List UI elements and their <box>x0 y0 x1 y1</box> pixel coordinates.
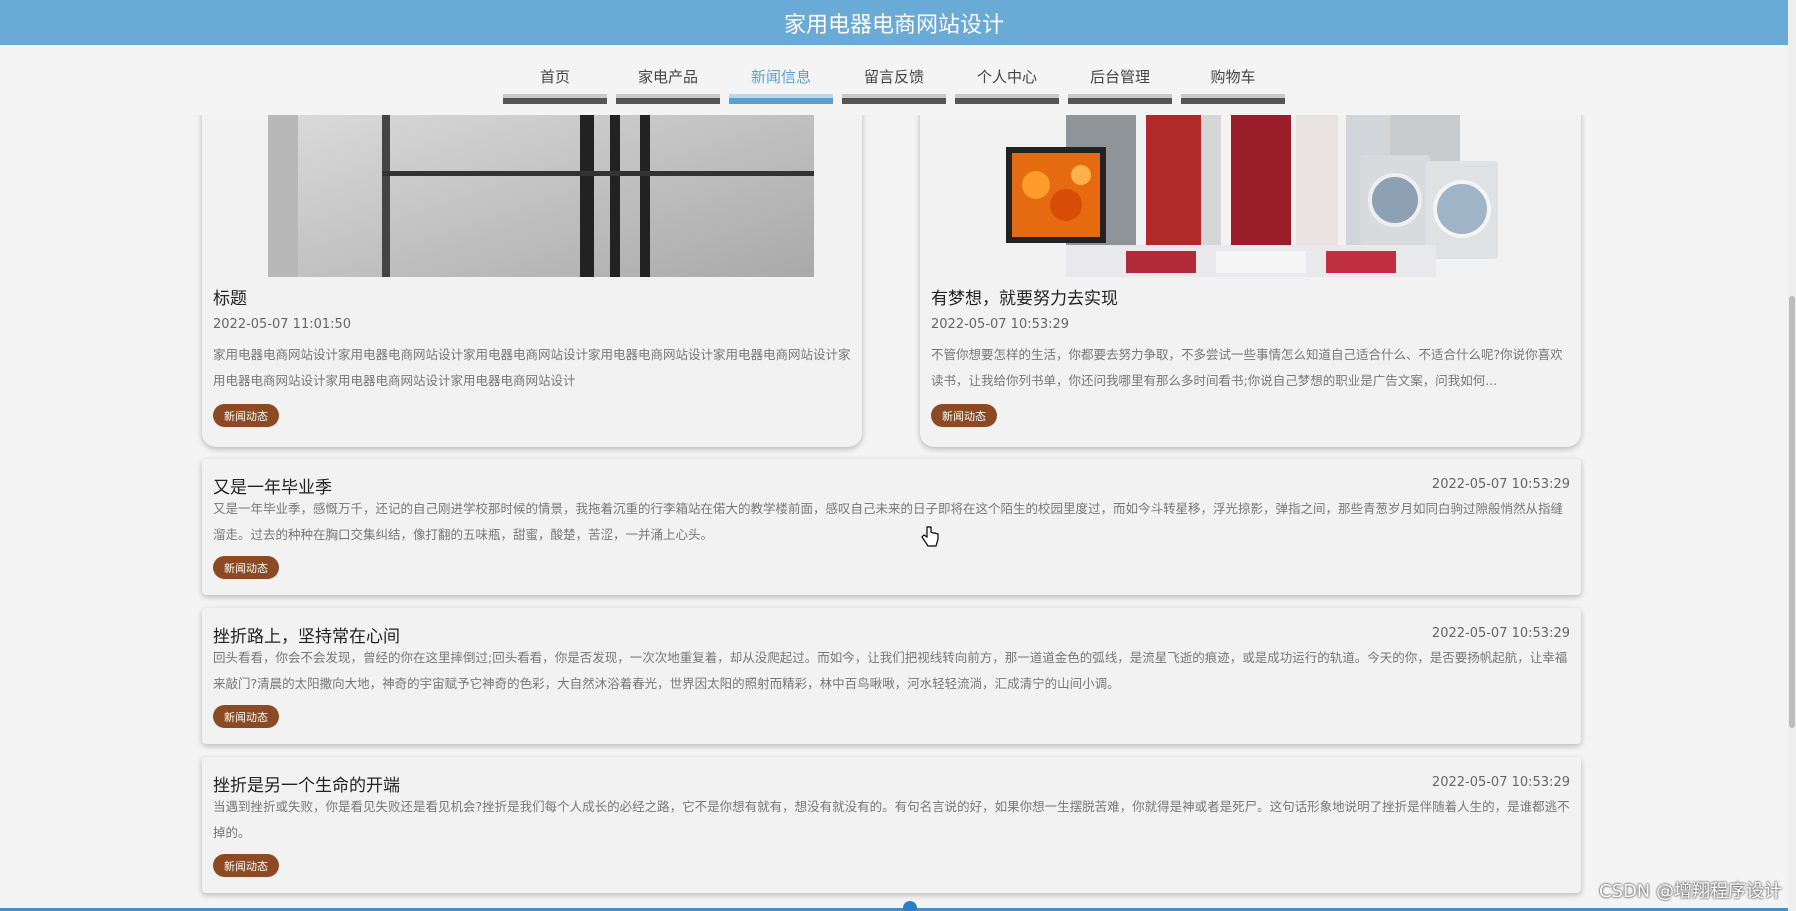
news-summary: 当遇到挫折或失败，你是看见失败还是看见机会?挫折是我们每个人成长的必经之路，它不… <box>213 799 1570 840</box>
news-image <box>268 115 814 277</box>
news-content: 标题 2022-05-07 11:01:50 家用电器电商网站设计家用电器电商网… <box>0 115 1788 911</box>
news-summary: 回头看看，你会不会发现，曾经的你在这里摔倒过;回头看看，你是否发现，一次次地重复… <box>213 650 1568 691</box>
news-title[interactable]: 又是一年毕业季 <box>213 473 332 498</box>
nav-label: 购物车 <box>1210 68 1256 86</box>
nav-label: 后台管理 <box>1089 68 1150 86</box>
news-summary: 家用电器电商网站设计家用电器电商网站设计家用电器电商网站设计家用电器电商网站设计… <box>213 347 851 388</box>
nav-label: 家电产品 <box>637 68 698 86</box>
news-category-tag[interactable]: 新闻动态 <box>213 705 279 728</box>
featured-news-card[interactable]: 有梦想，就要努力去实现 2022-05-07 10:53:29 不管你想要怎样的… <box>920 115 1581 447</box>
news-date: 2022-05-07 10:53:29 <box>1431 775 1570 790</box>
nav-cart[interactable]: 购物车 <box>1181 56 1285 104</box>
news-list-item[interactable]: 挫折是另一个生命的开端 2022-05-07 10:53:29 当遇到挫折或失败… <box>202 757 1581 893</box>
nav-products[interactable]: 家电产品 <box>616 56 720 104</box>
nav-home[interactable]: 首页 <box>503 56 607 104</box>
bottom-indicator-dot <box>903 901 917 911</box>
nav-label: 个人中心 <box>976 68 1037 86</box>
page-scrollbar[interactable] <box>1788 0 1796 911</box>
news-summary: 又是一年毕业季，感慨万千，还记的自己刚进学校那时候的情景，我拖着沉重的行李箱站在… <box>213 501 1564 542</box>
news-category-tag[interactable]: 新闻动态 <box>213 854 279 877</box>
site-title: 家用电器电商网站设计 <box>783 12 1004 38</box>
watermark-text: CSDN @增翔程序设计 <box>1598 881 1782 902</box>
nav-profile[interactable]: 个人中心 <box>955 56 1059 104</box>
news-list-item[interactable]: 挫折路上，坚持常在心间 2022-05-07 10:53:29 回头看看，你会不… <box>202 608 1581 744</box>
nav-label: 新闻信息 <box>750 68 811 86</box>
main-nav: 首页 家电产品 新闻信息 留言反馈 个人中心 后台管理 购物车 <box>0 56 1788 104</box>
news-summary: 不管你想要怎样的生活，你都要去努力争取，不多尝试一些事情怎么知道自己适合什么、不… <box>931 347 1563 388</box>
news-date: 2022-05-07 10:53:29 <box>1431 626 1570 641</box>
nav-feedback[interactable]: 留言反馈 <box>842 56 946 104</box>
news-category-tag[interactable]: 新闻动态 <box>213 404 279 427</box>
pointer-cursor-icon <box>921 526 939 552</box>
news-date: 2022-05-07 11:01:50 <box>213 317 352 332</box>
nav-label: 留言反馈 <box>863 68 924 86</box>
nav-news[interactable]: 新闻信息 <box>729 56 833 104</box>
news-list-item[interactable]: 又是一年毕业季 2022-05-07 10:53:29 又是一年毕业季，感慨万千… <box>202 459 1581 595</box>
news-category-tag[interactable]: 新闻动态 <box>931 404 997 427</box>
news-title[interactable]: 挫折是另一个生命的开端 <box>213 771 400 796</box>
news-title[interactable]: 有梦想，就要努力去实现 <box>931 284 1118 309</box>
news-date: 2022-05-07 10:53:29 <box>1431 477 1570 492</box>
featured-news-card[interactable]: 标题 2022-05-07 11:01:50 家用电器电商网站设计家用电器电商网… <box>202 115 862 447</box>
news-image <box>1006 115 1498 277</box>
nav-admin[interactable]: 后台管理 <box>1068 56 1172 104</box>
news-title[interactable]: 标题 <box>213 284 247 309</box>
site-header: 家用电器电商网站设计 <box>0 0 1788 45</box>
scrollbar-thumb[interactable] <box>1789 296 1795 728</box>
nav-label: 首页 <box>539 68 570 86</box>
news-title[interactable]: 挫折路上，坚持常在心间 <box>213 622 400 647</box>
news-category-tag[interactable]: 新闻动态 <box>213 556 279 579</box>
news-date: 2022-05-07 10:53:29 <box>931 317 1070 332</box>
